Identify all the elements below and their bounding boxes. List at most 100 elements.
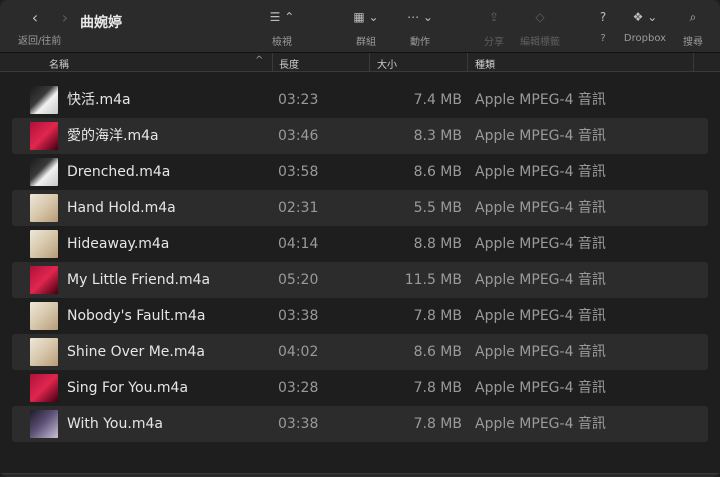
file-row[interactable]: Drenched.m4a 03:58 8.6 MB Apple MPEG-4 音訊: [12, 154, 708, 190]
file-duration: 02:31: [278, 200, 319, 216]
file-size: 7.8 MB: [413, 308, 462, 324]
column-divider[interactable]: [693, 53, 694, 71]
share-button[interactable]: ⇪ 分享: [480, 8, 508, 48]
album-art-thumbnail: [30, 374, 58, 402]
column-name[interactable]: 名稱: [49, 56, 69, 71]
file-size: 8.8 MB: [413, 236, 462, 252]
forward-icon[interactable]: ›: [58, 10, 72, 26]
file-kind: Apple MPEG-4 音訊: [475, 128, 606, 144]
file-name: 愛的海洋.m4a: [67, 128, 159, 144]
file-name: Nobody's Fault.m4a: [67, 308, 206, 324]
toolbar: ‹ › 返回/往前 曲婉婷 ☰ ⌃ 檢視 ▦ ⌄ 群組 ⋯ ⌄ 動作 ⇪ 分享 …: [0, 0, 720, 53]
file-row[interactable]: Hideaway.m4a 04:14 8.8 MB Apple MPEG-4 音訊: [12, 226, 708, 262]
file-size: 7.4 MB: [413, 92, 462, 108]
help-button[interactable]: ? ?: [593, 8, 613, 48]
share-label: 分享: [484, 37, 504, 48]
edit-tags-label: 編輯標籤: [520, 37, 560, 48]
file-size: 7.8 MB: [413, 380, 462, 396]
file-duration: 03:58: [278, 164, 319, 180]
file-duration: 04:14: [278, 236, 319, 252]
column-size[interactable]: 大小: [377, 56, 397, 71]
album-art-thumbnail: [30, 194, 58, 222]
action-label: 動作: [410, 37, 430, 48]
file-list: 快活.m4a 03:23 7.4 MB Apple MPEG-4 音訊 愛的海洋.m4a…: [12, 82, 708, 442]
column-divider[interactable]: [467, 53, 468, 71]
search-icon: ⌕: [689, 10, 697, 24]
file-name: Sing For You.m4a: [67, 380, 189, 396]
file-kind: Apple MPEG-4 音訊: [475, 272, 606, 288]
file-row[interactable]: Hand Hold.m4a 02:31 5.5 MB Apple MPEG-4 音訊: [12, 190, 708, 226]
dropbox-label: Dropbox: [623, 33, 667, 44]
album-art-thumbnail: [30, 86, 58, 114]
column-duration[interactable]: 長度: [279, 56, 299, 71]
file-size: 11.5 MB: [404, 272, 462, 288]
file-row[interactable]: My Little Friend.m4a 05:20 11.5 MB Apple MP…: [12, 262, 708, 298]
file-kind: Apple MPEG-4 音訊: [475, 380, 606, 396]
back-forward-control: ‹ › 返回/往前: [18, 10, 80, 48]
album-art-thumbnail: [30, 410, 58, 438]
file-duration: 03:23: [278, 92, 319, 108]
nav-label: 返回/往前: [18, 36, 62, 47]
search-label: 搜尋: [683, 37, 703, 48]
group-button[interactable]: ▦ ⌄ 群組: [347, 8, 385, 48]
file-kind: Apple MPEG-4 音訊: [475, 236, 606, 252]
file-duration: 03:38: [278, 416, 319, 432]
help-label: ?: [600, 33, 606, 44]
view-label: 檢視: [272, 37, 292, 48]
tag-icon: ◇: [535, 10, 545, 24]
action-button[interactable]: ⋯ ⌄ 動作: [402, 8, 438, 48]
file-size: 8.6 MB: [413, 344, 462, 360]
edit-tags-button[interactable]: ◇ 編輯標籤: [513, 8, 567, 48]
file-kind: Apple MPEG-4 音訊: [475, 416, 606, 432]
ellipsis-icon: ⋯ ⌄: [407, 10, 433, 24]
file-duration: 04:02: [278, 344, 319, 360]
file-name: Drenched.m4a: [67, 164, 171, 180]
file-row[interactable]: With You.m4a 03:38 7.8 MB Apple MPEG-4 音訊: [12, 406, 708, 442]
back-icon[interactable]: ‹: [28, 10, 42, 26]
column-kind[interactable]: 種類: [475, 56, 495, 71]
file-duration: 03:46: [278, 128, 319, 144]
dropbox-icon: ❖ ⌄: [632, 10, 658, 24]
dropbox-button[interactable]: ❖ ⌄ Dropbox: [622, 8, 668, 48]
column-divider[interactable]: [369, 53, 370, 71]
search-button[interactable]: ⌕ 搜尋: [680, 8, 706, 48]
view-button[interactable]: ☰ ⌃ 檢視: [264, 8, 300, 48]
file-size: 7.8 MB: [413, 416, 462, 432]
album-art-thumbnail: [30, 122, 58, 150]
list-view-icon: ☰ ⌃: [269, 10, 295, 24]
album-art-thumbnail: [30, 230, 58, 258]
file-row[interactable]: Shine Over Me.m4a 04:02 8.6 MB Apple MPEG-4…: [12, 334, 708, 370]
file-duration: 03:28: [278, 380, 319, 396]
file-name: Shine Over Me.m4a: [67, 344, 205, 360]
file-row[interactable]: 愛的海洋.m4a 03:46 8.3 MB Apple MPEG-4 音訊: [12, 118, 708, 154]
file-kind: Apple MPEG-4 音訊: [475, 200, 606, 216]
file-size: 8.6 MB: [413, 164, 462, 180]
file-row[interactable]: Nobody's Fault.m4a 03:38 7.8 MB Apple MPEG-…: [12, 298, 708, 334]
file-kind: Apple MPEG-4 音訊: [475, 344, 606, 360]
file-name: My Little Friend.m4a: [67, 272, 211, 288]
file-size: 8.3 MB: [413, 128, 462, 144]
group-label: 群組: [356, 37, 376, 48]
file-name: With You.m4a: [67, 416, 163, 432]
help-icon: ?: [599, 10, 607, 24]
sort-ascending-icon: ^: [255, 55, 264, 66]
file-size: 5.5 MB: [413, 200, 462, 216]
status-bar: [0, 473, 720, 477]
file-name: 快活.m4a: [67, 92, 131, 108]
file-kind: Apple MPEG-4 音訊: [475, 308, 606, 324]
nav-arrows: ‹ ›: [28, 10, 80, 26]
finder-window: ‹ › 返回/往前 曲婉婷 ☰ ⌃ 檢視 ▦ ⌄ 群組 ⋯ ⌄ 動作 ⇪ 分享 …: [0, 0, 720, 477]
file-row[interactable]: Sing For You.m4a 03:28 7.8 MB Apple MPEG-4 …: [12, 370, 708, 406]
column-divider[interactable]: [272, 53, 273, 71]
album-art-thumbnail: [30, 266, 58, 294]
file-row[interactable]: 快活.m4a 03:23 7.4 MB Apple MPEG-4 音訊: [12, 82, 708, 118]
group-icon: ▦ ⌄: [353, 10, 379, 24]
file-duration: 05:20: [278, 272, 319, 288]
file-name: Hideaway.m4a: [67, 236, 170, 252]
file-duration: 03:38: [278, 308, 319, 324]
file-name: Hand Hold.m4a: [67, 200, 176, 216]
column-header: 名稱 ^ 長度 大小 種類: [0, 53, 720, 72]
album-art-thumbnail: [30, 302, 58, 330]
album-art-thumbnail: [30, 338, 58, 366]
album-art-thumbnail: [30, 158, 58, 186]
